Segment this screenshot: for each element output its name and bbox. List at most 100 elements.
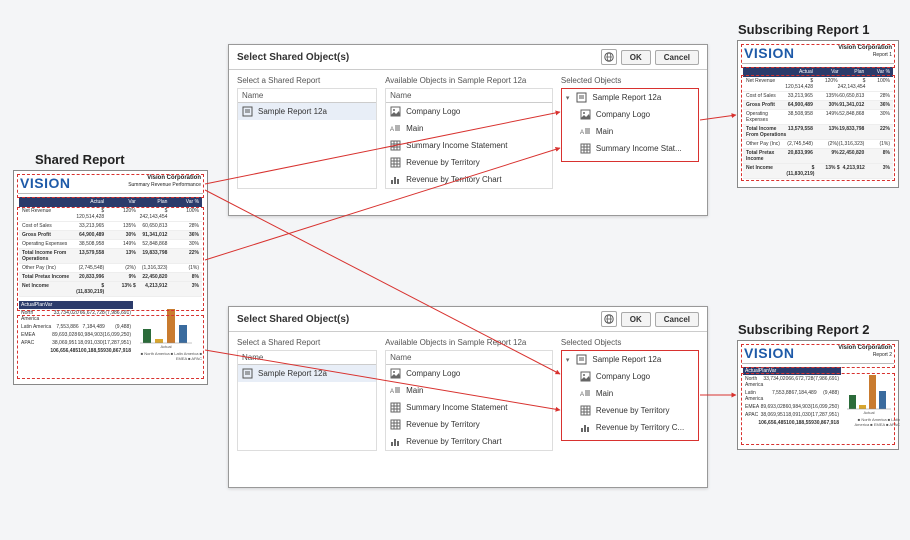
- dialog-title: Select Shared Object(s): [237, 52, 349, 63]
- object-item[interactable]: Revenue by Territory Chart: [386, 433, 552, 450]
- shared-report-item[interactable]: Sample Report 12a: [238, 103, 376, 120]
- sub-report-1-thumbnail: VISION Vision Corporation Report 1 Actua…: [737, 40, 899, 188]
- highlight-income-statement: [17, 207, 204, 311]
- shared-report-item[interactable]: Sample Report 12a: [238, 365, 376, 382]
- column-header: Select a Shared Report: [237, 338, 377, 347]
- column-header: Selected Objects: [561, 338, 699, 347]
- chart-icon: [390, 174, 401, 185]
- grid-icon: [580, 405, 591, 416]
- dialog-titlebar: Select Shared Object(s) OK Cancel: [229, 45, 707, 70]
- object-item[interactable]: Revenue by Territory: [386, 154, 552, 171]
- available-objects-column: Available Objects in Sample Report 12a N…: [385, 76, 553, 189]
- item-label: Company Logo: [406, 369, 460, 378]
- grid-icon: [390, 140, 401, 151]
- item-label: Revenue by Territory Chart: [406, 437, 501, 446]
- item-label: Summary Income Statement: [406, 141, 507, 150]
- text-icon: A: [580, 388, 591, 399]
- item-label: Revenue by Territory: [596, 406, 670, 415]
- selected-objects-column: Selected Objects Sample Report 12a Compa…: [561, 76, 699, 189]
- available-list: Company Logo A Main Summary Income Statemen…: [386, 103, 552, 188]
- available-objects-column: Available Objects in Sample Report 12a N…: [385, 338, 553, 451]
- object-item[interactable]: Revenue by Territory Chart: [386, 171, 552, 188]
- report-icon: [576, 354, 587, 365]
- column-header: Available Objects in Sample Report 12a: [385, 76, 553, 85]
- grid-icon: [580, 143, 591, 154]
- name-header: Name: [386, 89, 552, 103]
- highlight-territory: [17, 315, 204, 379]
- item-label: Summary Income Statement: [406, 403, 507, 412]
- shared-report-column: Select a Shared Report Name Sample Repor…: [237, 76, 377, 189]
- object-item[interactable]: Company Logo: [386, 365, 552, 382]
- highlight-income-statement: [741, 75, 895, 181]
- report-icon: [242, 368, 253, 379]
- object-item[interactable]: Revenue by Territory: [386, 416, 552, 433]
- item-label: Sample Report 12a: [592, 355, 661, 364]
- cancel-button[interactable]: Cancel: [655, 312, 699, 327]
- item-label: Revenue by Territory Chart: [406, 175, 501, 184]
- name-header: Name: [238, 89, 376, 103]
- label-shared-report: Shared Report: [35, 152, 125, 167]
- item-label: Sample Report 12a: [592, 93, 661, 102]
- object-item[interactable]: Company Logo: [562, 368, 698, 385]
- selected-parent[interactable]: Sample Report 12a: [562, 89, 698, 106]
- shared-report-thumbnail: VISION Vision Corporation Summary Revenu…: [13, 170, 208, 385]
- chart-icon: [390, 436, 401, 447]
- item-label: Company Logo: [406, 107, 460, 116]
- grid-icon: [390, 157, 401, 168]
- item-label: Sample Report 12a: [258, 369, 327, 378]
- image-icon: [390, 368, 401, 379]
- column-header: Selected Objects: [561, 76, 699, 85]
- svg-text:A: A: [390, 389, 394, 395]
- text-icon: A: [580, 126, 591, 137]
- item-label: Revenue by Territory: [406, 420, 480, 429]
- selected-children: Company Logo AMain Revenue by Territory Rev…: [562, 368, 698, 436]
- object-item[interactable]: Revenue by Territory C...: [562, 419, 698, 436]
- svg-text:A: A: [580, 130, 584, 136]
- object-item[interactable]: Revenue by Territory: [562, 402, 698, 419]
- image-icon: [390, 106, 401, 117]
- object-item[interactable]: AMain: [562, 385, 698, 402]
- highlight-logo: [741, 44, 895, 68]
- item-label: Sample Report 12a: [258, 107, 327, 116]
- ok-button[interactable]: OK: [621, 50, 651, 65]
- name-header: Name: [386, 351, 552, 365]
- grid-icon: [390, 402, 401, 413]
- label-sub-report-2: Subscribing Report 2: [738, 322, 869, 337]
- column-header: Available Objects in Sample Report 12a: [385, 338, 553, 347]
- selected-children: Company LogoAMain Summary Income Stat...: [562, 106, 698, 157]
- text-icon: A: [390, 385, 401, 396]
- object-item[interactable]: AMain: [562, 123, 698, 140]
- object-item[interactable]: Summary Income Statement: [386, 399, 552, 416]
- item-label: Main: [406, 124, 423, 133]
- column-header: Select a Shared Report: [237, 76, 377, 85]
- item-label: Revenue by Territory C...: [596, 423, 684, 432]
- image-icon: [580, 371, 591, 382]
- selected-parent[interactable]: Sample Report 12a: [562, 351, 698, 368]
- ok-button[interactable]: OK: [621, 312, 651, 327]
- item-label: Main: [406, 386, 423, 395]
- object-item[interactable]: A Main: [386, 120, 552, 137]
- image-icon: [580, 109, 591, 120]
- highlight-logo: [17, 174, 204, 198]
- object-item[interactable]: Company Logo: [562, 106, 698, 123]
- dialog-body: Select a Shared Report Name Sample Repor…: [229, 332, 707, 459]
- highlight-logo: [741, 344, 895, 368]
- shared-report-column: Select a Shared Report Name Sample Repor…: [237, 338, 377, 451]
- selected-box: Sample Report 12a Company LogoAMain Summa…: [561, 88, 699, 162]
- item-label: Summary Income Stat...: [596, 144, 682, 153]
- help-icon[interactable]: [601, 49, 617, 65]
- text-icon: A: [390, 123, 401, 134]
- object-item[interactable]: Summary Income Stat...: [562, 140, 698, 157]
- chart-icon: [580, 422, 591, 433]
- item-label: Revenue by Territory: [406, 158, 480, 167]
- name-header: Name: [238, 351, 376, 365]
- svg-text:A: A: [390, 127, 394, 133]
- dialog-titlebar: Select Shared Object(s) OK Cancel: [229, 307, 707, 332]
- item-label: Company Logo: [596, 372, 650, 381]
- help-icon[interactable]: [601, 311, 617, 327]
- dialog-body: Select a Shared Report Name Sample Repor…: [229, 70, 707, 197]
- cancel-button[interactable]: Cancel: [655, 50, 699, 65]
- object-item[interactable]: Company Logo: [386, 103, 552, 120]
- object-item[interactable]: A Main: [386, 382, 552, 399]
- object-item[interactable]: Summary Income Statement: [386, 137, 552, 154]
